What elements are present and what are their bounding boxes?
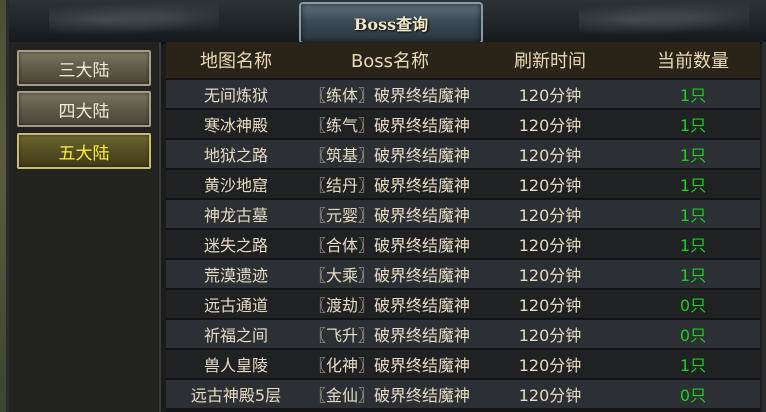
header-current-count: 当前数量 xyxy=(657,51,729,72)
table-body: 无间炼狱 〖练体〗破界终结魔神 120分钟 1只 寒冰神殿 〖练气〗破界终结魔神 120分钟… xyxy=(166,80,760,410)
refresh-time-cell: 120分钟 xyxy=(518,146,582,165)
current-count-cell: 0只 xyxy=(679,326,707,345)
title-bar: Boss查询 xyxy=(9,0,766,44)
boss-name-cell: 〖金仙〗破界终结魔神 xyxy=(309,386,470,405)
map-name-cell: 远古通道 xyxy=(203,296,268,315)
map-name-cell: 迷失之路 xyxy=(203,236,268,255)
map-name-cell: 祈福之间 xyxy=(203,326,268,345)
table-header: 地图名称 Boss名称 刷新时间 当前数量 xyxy=(166,42,760,78)
continent-tab-5[interactable]: 五大陆 xyxy=(17,133,151,169)
map-name-cell: 神龙古墓 xyxy=(203,206,268,225)
current-count-cell: 1只 xyxy=(679,206,707,225)
table-row: 远古通道 〖渡劫〗破界终结魔神 120分钟 0只 xyxy=(166,290,760,318)
table-row: 祈福之间 〖飞升〗破界终结魔神 120分钟 0只 xyxy=(166,320,760,348)
boss-table: 地图名称 Boss名称 刷新时间 当前数量 无间炼狱 〖练体〗破界终结魔神 120分… xyxy=(166,42,760,412)
current-count-cell: 1只 xyxy=(679,146,707,165)
current-count-cell: 1只 xyxy=(679,176,707,195)
window-title: Boss查询 xyxy=(353,15,429,34)
map-name-cell: 寒冰神殿 xyxy=(203,116,268,135)
boss-name-cell: 〖结丹〗破界终结魔神 xyxy=(309,176,470,195)
table-row: 无间炼狱 〖练体〗破界终结魔神 120分钟 1只 xyxy=(166,80,760,108)
boss-name-cell: 〖大乘〗破界终结魔神 xyxy=(309,266,470,285)
boss-name-cell: 〖练气〗破界终结魔神 xyxy=(309,116,470,135)
refresh-time-cell: 120分钟 xyxy=(518,326,582,345)
refresh-time-cell: 120分钟 xyxy=(518,356,582,375)
boss-name-cell: 〖渡劫〗破界终结魔神 xyxy=(309,296,470,315)
continent-tab-label: 五大陆 xyxy=(58,143,110,164)
table-row: 寒冰神殿 〖练气〗破界终结魔神 120分钟 1只 xyxy=(166,110,760,138)
boss-name-cell: 〖化神〗破界终结魔神 xyxy=(309,356,470,375)
dragon-ornament-right xyxy=(579,2,749,38)
map-name-cell: 荒漠遗迹 xyxy=(203,266,268,285)
map-name-cell: 无间炼狱 xyxy=(203,86,268,105)
map-name-cell: 黄沙地窟 xyxy=(203,176,268,195)
boss-name-cell: 〖合体〗破界终结魔神 xyxy=(309,236,470,255)
header-boss-name: Boss名称 xyxy=(350,51,430,72)
header-map-name: 地图名称 xyxy=(200,51,272,72)
refresh-time-cell: 120分钟 xyxy=(518,296,582,315)
table-row: 兽人皇陵 〖化神〗破界终结魔神 120分钟 1只 xyxy=(166,350,760,378)
current-count-cell: 1只 xyxy=(679,116,707,135)
table-row: 荒漠遗迹 〖大乘〗破界终结魔神 120分钟 1只 xyxy=(166,260,760,288)
refresh-time-cell: 120分钟 xyxy=(518,206,582,225)
refresh-time-cell: 120分钟 xyxy=(518,116,582,135)
current-count-cell: 0只 xyxy=(679,296,707,315)
table-row: 迷失之路 〖合体〗破界终结魔神 120分钟 1只 xyxy=(166,230,760,258)
current-count-cell: 1只 xyxy=(679,86,707,105)
continent-sidebar: 三大陆 四大陆 五大陆 xyxy=(9,42,161,412)
refresh-time-cell: 120分钟 xyxy=(518,86,582,105)
current-count-cell: 1只 xyxy=(679,236,707,255)
table-row: 神龙古墓 〖元婴〗破界终结魔神 120分钟 1只 xyxy=(166,200,760,228)
continent-tab-4[interactable]: 四大陆 xyxy=(17,91,151,127)
dragon-ornament-left xyxy=(49,2,219,38)
boss-name-cell: 〖筑基〗破界终结魔神 xyxy=(309,146,470,165)
header-refresh-time: 刷新时间 xyxy=(514,51,586,72)
title-plate: Boss查询 xyxy=(299,2,483,44)
table-row: 黄沙地窟 〖结丹〗破界终结魔神 120分钟 1只 xyxy=(166,170,760,198)
boss-name-cell: 〖练体〗破界终结魔神 xyxy=(309,86,470,105)
current-count-cell: 1只 xyxy=(679,266,707,285)
map-name-cell: 远古神殿5层 xyxy=(190,386,282,405)
continent-tab-3[interactable]: 三大陆 xyxy=(17,50,151,86)
refresh-time-cell: 120分钟 xyxy=(518,386,582,405)
continent-tab-label: 三大陆 xyxy=(58,60,110,81)
table-row: 地狱之路 〖筑基〗破界终结魔神 120分钟 1只 xyxy=(166,140,760,168)
boss-name-cell: 〖飞升〗破界终结魔神 xyxy=(309,326,470,345)
refresh-time-cell: 120分钟 xyxy=(518,176,582,195)
right-edge xyxy=(762,42,766,412)
refresh-time-cell: 120分钟 xyxy=(518,266,582,285)
continent-tab-label: 四大陆 xyxy=(58,101,110,122)
map-name-cell: 兽人皇陵 xyxy=(203,356,268,375)
table-row: 远古神殿5层 〖金仙〗破界终结魔神 120分钟 0只 xyxy=(166,380,760,408)
current-count-cell: 1只 xyxy=(679,356,707,375)
boss-name-cell: 〖元婴〗破界终结魔神 xyxy=(309,206,470,225)
refresh-time-cell: 120分钟 xyxy=(518,236,582,255)
map-name-cell: 地狱之路 xyxy=(203,146,268,165)
current-count-cell: 0只 xyxy=(679,386,707,405)
